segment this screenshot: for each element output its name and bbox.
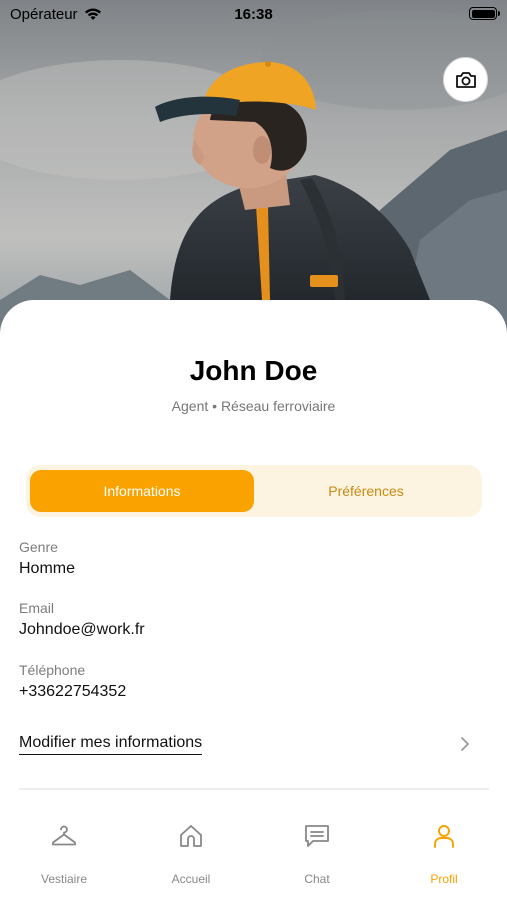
tab-label-accueil: Accueil [171, 872, 211, 886]
profile-cover-photo [0, 0, 507, 340]
chat-icon [305, 825, 329, 847]
profile-role: Agent • Réseau ferroviaire [171, 398, 336, 414]
gender-label: Genre [19, 539, 58, 555]
divider [19, 788, 489, 790]
tab-preferences[interactable]: Préférences [254, 470, 478, 512]
battery-icon [469, 7, 500, 20]
tab-label-profil: Profil [430, 872, 458, 886]
email-label: Email [19, 600, 55, 616]
phone-value: +33622754352 [19, 683, 127, 700]
carrier-label: Opérateur [10, 5, 78, 23]
phone-label: Téléphone [19, 662, 86, 678]
bottom-tab-bar: Vestiaire Accueil Chat Profil [0, 800, 507, 900]
home-icon [180, 825, 202, 847]
gender-value: Homme [19, 560, 76, 577]
user-icon [434, 825, 454, 848]
profile-name: John Doe [189, 355, 318, 386]
tab-label-chat: Chat [304, 872, 330, 886]
email-value: Johndoe@work.fr [19, 621, 145, 638]
tab-chat[interactable]: Chat [254, 822, 380, 892]
tab-informations[interactable]: Informations [30, 470, 254, 512]
profile-segmented-control: Informations Préférences [26, 465, 482, 517]
chevron-right-icon[interactable] [456, 735, 474, 753]
camera-icon [455, 71, 476, 88]
tab-vestiaire[interactable]: Vestiaire [1, 822, 127, 892]
tab-accueil[interactable]: Accueil [128, 822, 254, 892]
tab-profil[interactable]: Profil [381, 822, 507, 892]
tab-label-vestiaire: Vestiaire [40, 872, 88, 886]
wifi-icon [84, 8, 101, 20]
change-photo-button[interactable] [443, 57, 488, 102]
edit-information-link[interactable]: Modifier mes informations [19, 734, 203, 755]
hanger-icon [52, 825, 76, 846]
status-bar: Opérateur 16:38 [0, 0, 507, 28]
